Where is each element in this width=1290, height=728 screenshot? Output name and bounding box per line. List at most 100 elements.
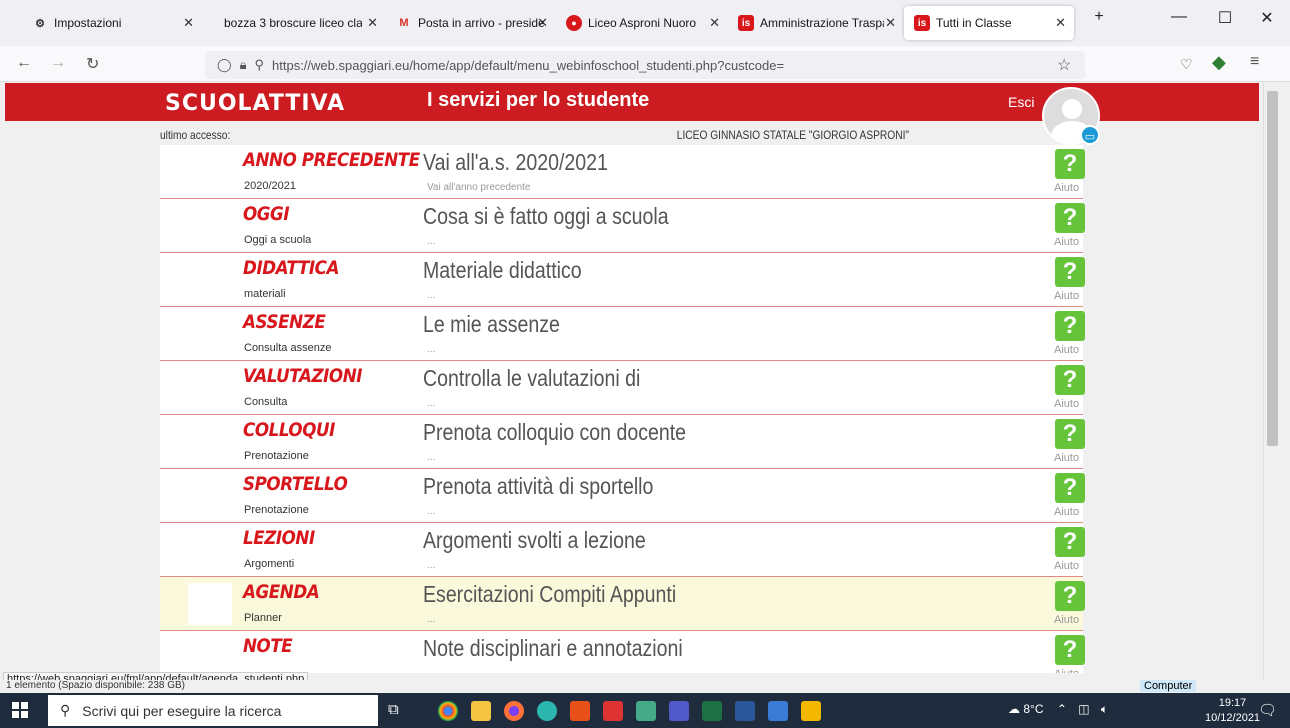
scrollbar-thumb[interactable] (1267, 91, 1278, 446)
word-icon[interactable] (735, 701, 755, 721)
menu-description[interactable]: Vai all'a.s. 2020/2021 (423, 149, 608, 176)
help-label[interactable]: Aiuto (1054, 452, 1079, 464)
help-label[interactable]: Aiuto (1054, 560, 1079, 572)
permissions-icon[interactable]: ⚲ (254, 57, 264, 73)
help-icon[interactable]: ? (1055, 635, 1085, 665)
forward-arrow-icon[interactable]: → (50, 54, 66, 72)
menu-description[interactable]: Prenota colloquio con docente (423, 419, 686, 446)
close-tab-icon[interactable]: ✕ (1055, 15, 1066, 31)
back-arrow-icon[interactable]: ← (16, 54, 32, 72)
url-text[interactable]: https://web.spaggiari.eu/home/app/defaul… (272, 58, 784, 73)
help-icon[interactable]: ? (1055, 527, 1085, 557)
menu-description[interactable]: Materiale didattico (423, 257, 582, 284)
help-label[interactable]: Aiuto (1054, 668, 1079, 673)
tab-impostazioni[interactable]: ⚙ Impostazioni ✕ (22, 6, 202, 40)
menu-row-agenda[interactable]: AGENDA Planner Esercitazioni Compiti Appun… (160, 577, 1085, 631)
volume-icon[interactable]: 🔈︎ (1101, 702, 1108, 716)
menu-description[interactable]: Prenota attività di sportello (423, 473, 653, 500)
firefox-icon[interactable] (504, 701, 524, 721)
task-view-icon[interactable]: ⧉ (388, 701, 408, 721)
new-tab-icon[interactable]: + (1084, 8, 1114, 26)
reload-icon[interactable]: ↻ (86, 54, 99, 74)
help-label[interactable]: Aiuto (1054, 290, 1079, 302)
network-icon[interactable]: ◫ (1078, 702, 1089, 716)
menu-icon[interactable]: ≡ (1250, 53, 1259, 71)
minimize-icon[interactable]: — (1156, 8, 1202, 26)
tab-tutti-in-classe[interactable]: is Tutti in Classe ✕ (904, 6, 1074, 40)
maximize-icon[interactable]: ☐ (1202, 8, 1248, 28)
weather-temp[interactable]: 8°C (1023, 702, 1043, 716)
menu-title[interactable]: COLLOQUI (243, 419, 335, 441)
computer-label[interactable]: Computer (1140, 680, 1197, 692)
file-explorer-icon[interactable] (471, 701, 491, 721)
menu-title[interactable]: DIDATTICA (243, 257, 339, 279)
photos-icon[interactable] (768, 701, 788, 721)
help-label[interactable]: Aiuto (1054, 236, 1079, 248)
bookmark-star-icon[interactable]: ☆ (1057, 55, 1071, 75)
help-label[interactable]: Aiuto (1054, 182, 1079, 194)
menu-description[interactable]: Cosa si è fatto oggi a scuola (423, 203, 669, 230)
calendar-app-icon[interactable] (603, 701, 623, 721)
tab-bozza[interactable]: bozza 3 broscure liceo classi ✕ (204, 6, 386, 40)
notification-icon[interactable]: 🗨︎ (1258, 701, 1277, 719)
menu-description[interactable]: Argomenti svolti a lezione (423, 527, 646, 554)
scrollbar[interactable] (1263, 83, 1280, 680)
menu-title[interactable]: ANNO PRECEDENTE (243, 149, 420, 171)
url-bar[interactable]: ◯ 🔒︎ ⚲ https://web.spaggiari.eu/home/app… (205, 51, 1085, 79)
help-label[interactable]: Aiuto (1054, 344, 1079, 356)
weather-icon[interactable]: ☁ (1008, 702, 1020, 716)
close-tab-icon[interactable]: ✕ (709, 15, 720, 31)
help-label[interactable]: Aiuto (1054, 506, 1079, 518)
menu-row-sportello[interactable]: SPORTELLO Prenotazione Prenota attività di… (160, 469, 1085, 523)
extension-icon[interactable]: ◆ (1212, 52, 1226, 73)
folder-app-icon[interactable] (801, 701, 821, 721)
help-icon[interactable]: ? (1055, 257, 1085, 287)
help-icon[interactable]: ? (1055, 419, 1085, 449)
chrome-icon[interactable] (438, 701, 458, 721)
menu-row-colloqui[interactable]: COLLOQUI Prenotazione Prenota colloquio co… (160, 415, 1085, 469)
tab-posta[interactable]: M Posta in arrivo - preside ✕ (386, 6, 556, 40)
menu-row-lezioni[interactable]: LEZIONI Argomenti Argomenti svolti a lezio… (160, 523, 1085, 577)
help-icon[interactable]: ? (1055, 473, 1085, 503)
help-label[interactable]: Aiuto (1054, 614, 1079, 626)
menu-title[interactable]: ASSENZE (243, 311, 326, 333)
help-icon[interactable]: ? (1055, 365, 1085, 395)
scuolattiva-logo[interactable]: SCUOLATTIVA (165, 91, 345, 116)
store-icon[interactable] (636, 701, 656, 721)
logout-link[interactable]: Esci (1008, 94, 1034, 110)
close-tab-icon[interactable]: ✕ (183, 15, 194, 31)
menu-title[interactable]: VALUTAZIONI (243, 365, 362, 387)
help-icon[interactable]: ? (1055, 149, 1085, 179)
menu-title[interactable]: SPORTELLO (243, 473, 348, 495)
close-tab-icon[interactable]: ✕ (367, 15, 378, 31)
menu-title[interactable]: AGENDA (243, 581, 320, 603)
menu-row-note[interactable]: NOTE Note disciplinari e annotazioni...? A… (160, 631, 1085, 673)
menu-row-oggi[interactable]: OGGI Oggi a scuola Cosa si è fatto oggi a … (160, 199, 1085, 253)
menu-description[interactable]: Esercitazioni Compiti Appunti (423, 581, 676, 608)
chevron-up-icon[interactable]: ⌃ (1057, 702, 1067, 716)
menu-title[interactable]: NOTE (243, 635, 293, 657)
close-tab-icon[interactable]: ✕ (885, 15, 896, 31)
shield-icon[interactable]: ◯ (217, 57, 232, 73)
menu-title[interactable]: LEZIONI (243, 527, 315, 549)
close-window-icon[interactable]: ✕ (1244, 8, 1290, 28)
menu-description[interactable]: Controlla le valutazioni di (423, 365, 640, 392)
help-icon[interactable]: ? (1055, 203, 1085, 233)
menu-description[interactable]: Le mie assenze (423, 311, 560, 338)
taskbar-search-input[interactable]: ⚲ Scrivi qui per eseguire la ricerca (48, 695, 378, 726)
tab-liceo[interactable]: ● Liceo Asproni Nuoro ✕ (556, 6, 728, 40)
excel-icon[interactable] (702, 701, 722, 721)
menu-row-anno-precedente[interactable]: ANNO PRECEDENTE 2020/2021 Vai all'a.s. 202… (160, 145, 1085, 199)
menu-row-didattica[interactable]: DIDATTICA materiali Materiale didattico...… (160, 253, 1085, 307)
lock-icon[interactable]: 🔒︎ (240, 57, 247, 73)
pocket-icon[interactable]: ♡ (1180, 56, 1193, 73)
menu-title[interactable]: OGGI (243, 203, 290, 225)
office-icon[interactable] (570, 701, 590, 721)
close-tab-icon[interactable]: ✕ (537, 15, 548, 31)
menu-row-assenze[interactable]: ASSENZE Consulta assenze Le mie assenze...… (160, 307, 1085, 361)
clock[interactable]: 19:17 10/12/2021 (1205, 696, 1260, 726)
edge-icon[interactable] (537, 701, 557, 721)
teams-icon[interactable] (669, 701, 689, 721)
help-icon[interactable]: ? (1055, 581, 1085, 611)
menu-row-valutazioni[interactable]: VALUTAZIONI Consulta Controlla le valutazi… (160, 361, 1085, 415)
